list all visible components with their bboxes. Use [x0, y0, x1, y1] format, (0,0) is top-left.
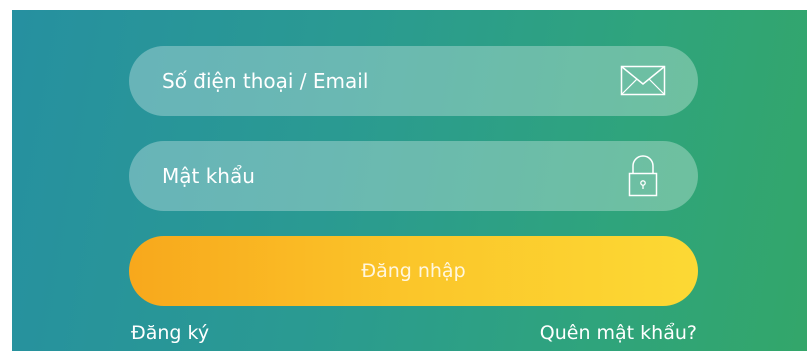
password-input[interactable]	[162, 141, 602, 211]
login-button[interactable]: Đăng nhập	[129, 236, 698, 306]
password-field-container	[129, 141, 698, 211]
forgot-password-link[interactable]: Quên mật khẩu?	[540, 320, 697, 346]
login-panel: Đăng nhập Đăng ký Quên mật khẩu?	[12, 10, 807, 351]
lock-icon	[620, 141, 666, 211]
phone-email-field-container	[129, 46, 698, 116]
register-link[interactable]: Đăng ký	[131, 320, 209, 346]
envelope-icon	[620, 46, 666, 116]
phone-email-input[interactable]	[162, 46, 602, 116]
